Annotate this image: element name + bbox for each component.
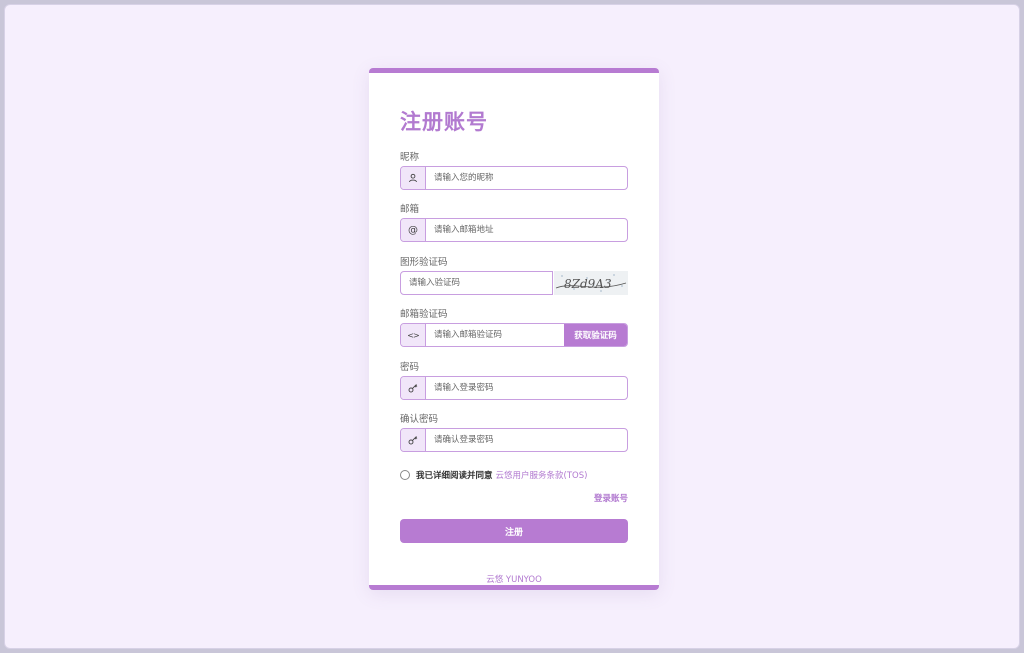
agreement-row: 我已详细阅读并同意 云悠用户服务条款(TOS) <box>400 469 587 481</box>
user-icon <box>401 167 426 189</box>
email-code-label: 邮箱验证码 <box>400 309 448 320</box>
captcha-input[interactable] <box>401 272 552 294</box>
footer-brand: 云悠 YUNYOO <box>486 575 542 585</box>
email-code-field: <> 获取验证码 <box>400 323 628 347</box>
password-field <box>400 376 628 400</box>
email-field: @ <box>400 218 628 242</box>
key-icon <box>401 429 426 451</box>
tos-link[interactable]: 云悠用户服务条款(TOS) <box>496 469 588 481</box>
register-card: 注册账号 昵称 邮箱 @ 图形验证码 <box>369 68 659 590</box>
card-top-bar <box>369 68 659 73</box>
key-icon <box>401 377 426 399</box>
confirm-password-input[interactable] <box>426 429 627 451</box>
captcha-label: 图形验证码 <box>400 257 448 268</box>
captcha-text: 8Zd9A3 <box>564 277 612 291</box>
password-label: 密码 <box>400 362 420 373</box>
agree-text: 我已详细阅读并同意 <box>416 471 493 481</box>
register-button[interactable]: 注册 <box>400 519 628 543</box>
password-input[interactable] <box>426 377 627 399</box>
get-code-button[interactable]: 获取验证码 <box>564 324 627 346</box>
app-window: 注册账号 昵称 邮箱 @ 图形验证码 <box>4 4 1020 649</box>
page-title: 注册账号 <box>400 110 488 134</box>
card-bottom-bar <box>369 585 659 590</box>
email-code-input[interactable] <box>426 324 564 346</box>
confirm-password-field <box>400 428 628 452</box>
nickname-field <box>400 166 628 190</box>
nickname-label: 昵称 <box>400 152 420 163</box>
email-label: 邮箱 <box>400 204 420 215</box>
agree-radio[interactable] <box>400 470 410 480</box>
code-icon: <> <box>401 324 426 346</box>
captcha-image[interactable]: 8Zd9A3 <box>554 271 628 295</box>
nickname-input[interactable] <box>426 167 627 189</box>
at-icon: @ <box>401 219 426 241</box>
confirm-password-label: 确认密码 <box>400 414 439 425</box>
captcha-field <box>400 271 553 295</box>
login-link[interactable]: 登录账号 <box>594 492 628 504</box>
email-input[interactable] <box>426 219 627 241</box>
